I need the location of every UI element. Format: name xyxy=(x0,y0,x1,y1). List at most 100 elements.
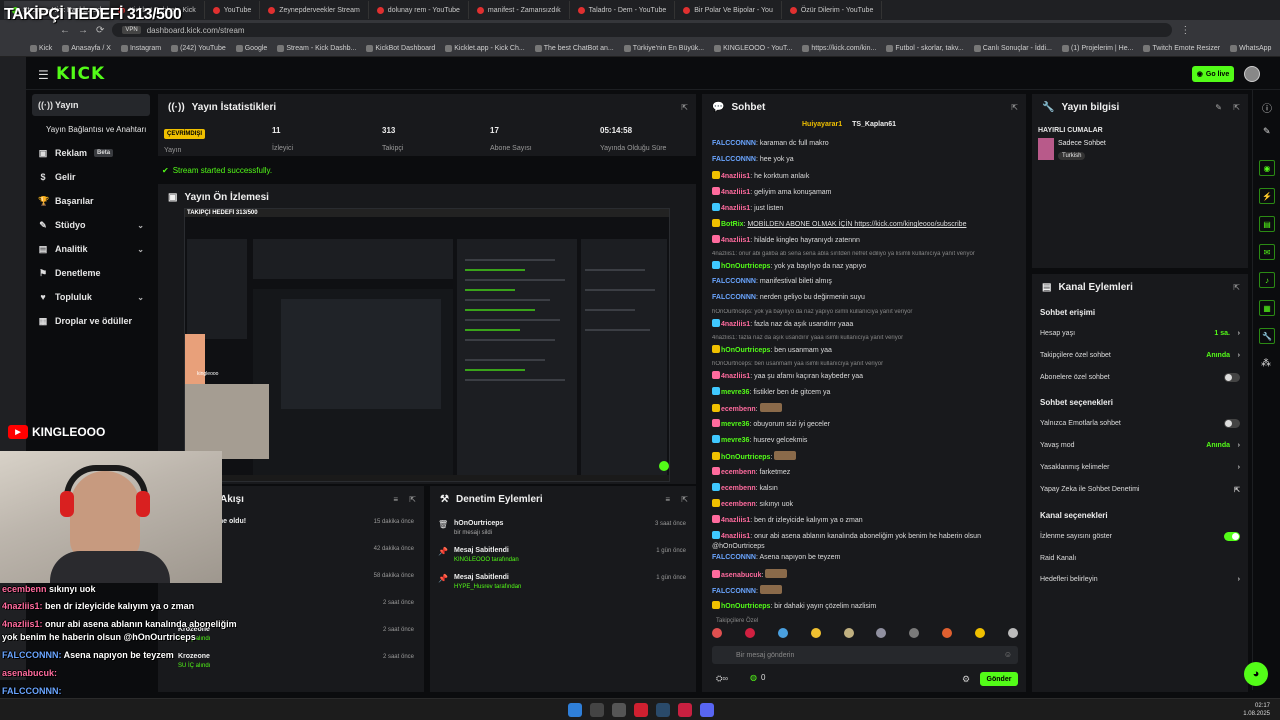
chat-message[interactable]: hOnOurtriceps: ben usanmam yaa xyxy=(712,345,1018,356)
goals-setting[interactable]: Hedefleri belirleyin › xyxy=(1040,576,1240,583)
message-icon[interactable]: ✉ xyxy=(1259,244,1275,260)
edit-icon[interactable]: ✎ xyxy=(1215,103,1222,112)
chat-username[interactable]: 4nazliis1 xyxy=(721,321,750,328)
chat-input[interactable]: Bir mesaj gönderin ☺ xyxy=(712,646,1018,664)
browser-tab[interactable]: dolunay rem - YouTube xyxy=(369,1,469,19)
emote-icon[interactable] xyxy=(777,628,788,638)
pinned-user[interactable]: Huiyayarar1 xyxy=(802,121,842,128)
pencil-icon[interactable]: ✎ xyxy=(1263,126,1271,137)
chat-message[interactable]: FALCCONNN: karaman dc full makro xyxy=(712,139,1018,149)
chat-username[interactable]: ecembenn xyxy=(721,469,756,476)
chat-message[interactable]: 4nazliis1: geliyim ama konuşamam xyxy=(712,187,1018,198)
browser-tab[interactable]: manifest - Zamansızdık xyxy=(469,1,570,19)
expand-icon[interactable]: ⇱ xyxy=(681,103,688,112)
chat-message[interactable]: 4nazliis1: just listen xyxy=(712,203,1018,214)
lightning-icon[interactable]: ⚡ xyxy=(1259,188,1275,204)
menu-icon[interactable]: ☰ xyxy=(38,68,49,82)
chat-username[interactable]: hOnOurtriceps xyxy=(721,454,770,461)
emoji-icon[interactable]: ☺ xyxy=(1004,650,1012,659)
emote-icon[interactable] xyxy=(942,628,953,638)
nav-item[interactable]: ▣ Reklam Beta xyxy=(32,142,150,164)
pinned-user[interactable]: TS_Kaplan61 xyxy=(852,121,896,128)
chat-username[interactable]: 4nazliis1 xyxy=(721,205,750,212)
chat-message[interactable]: ecembenn: xyxy=(712,403,1018,415)
chrome-icon[interactable] xyxy=(612,703,626,717)
chat-username[interactable]: FALCCONNN xyxy=(712,140,756,147)
bookmark-item[interactable]: Futbol - skorlar, takv... xyxy=(886,45,963,52)
emote-icon[interactable] xyxy=(712,628,722,638)
send-button[interactable]: Gönder xyxy=(980,672,1018,686)
url-input[interactable]: VPN dashboard.kick.com/stream xyxy=(112,23,1173,37)
chat-message[interactable]: FALCCONNN: hee yok ya xyxy=(712,155,1018,165)
bookmark-item[interactable]: (1) Projelerim | He... xyxy=(1062,45,1134,52)
chat-username[interactable]: FALCCONNN xyxy=(712,294,756,301)
chat-username[interactable]: ecembenn xyxy=(721,501,756,508)
bookmark-item[interactable]: Canlı Sonuçlar - İddi... xyxy=(974,45,1052,52)
settings-icon[interactable]: ⚙ xyxy=(962,674,970,685)
info-icon[interactable]: ⓘ xyxy=(1262,100,1272,115)
chat-message[interactable]: mevre36: husrev gelcekmis xyxy=(712,435,1018,446)
back-icon[interactable]: ← xyxy=(60,25,70,36)
chat-message[interactable]: 4nazliis1: fazla naz da aşık usandırır y… xyxy=(712,319,1018,330)
chat-username[interactable]: hOnOurtriceps xyxy=(721,263,770,270)
stream-preview-video[interactable]: TAKİPÇİ HEDEFİ 313/500 kingleooo xyxy=(184,208,670,482)
chat-message[interactable]: ecembenn: sıkınyı uok xyxy=(712,499,1018,510)
extensions-icon[interactable]: ⋮ xyxy=(1180,25,1190,36)
chat-assistant-button[interactable]: ◕ xyxy=(1244,662,1268,686)
layout-icon[interactable]: ▦ xyxy=(1259,300,1275,316)
chat-username[interactable]: mevre36 xyxy=(721,437,749,444)
bookmark-item[interactable]: KickBot Dashboard xyxy=(366,45,435,52)
search-icon[interactable] xyxy=(590,703,604,717)
emote-icon[interactable] xyxy=(810,628,821,638)
chat-username[interactable]: hOnOurtriceps xyxy=(721,347,770,354)
steam-icon[interactable] xyxy=(656,703,670,717)
chat-message[interactable]: 4nazliis1: yaa şu afamı kaçıran kaybeder… xyxy=(712,371,1018,382)
chat-username[interactable]: FALCCONNN xyxy=(712,278,756,285)
bookmark-item[interactable]: Türkiye'nin En Büyük... xyxy=(624,45,704,52)
chat-message[interactable]: ecembenn: farketmez xyxy=(712,467,1018,478)
nav-item[interactable]: ✎ Stüdyo ⌄ xyxy=(32,214,150,236)
vpn-badge[interactable]: VPN xyxy=(122,26,141,34)
nav-item[interactable]: ♥ Topluluk ⌄ xyxy=(32,286,150,308)
document-icon[interactable]: ▤ xyxy=(1259,216,1275,232)
chat-message[interactable]: FALCCONNN: manifestival bileti almış xyxy=(712,277,1018,287)
nav-item[interactable]: ▤ Analitik ⌄ xyxy=(32,238,150,260)
chat-message[interactable]: hOnOurtriceps: xyxy=(712,451,1018,463)
banned-words-setting[interactable]: Yasaklanmış kelimeler › xyxy=(1040,464,1240,471)
bookmark-item[interactable]: Instagram xyxy=(121,45,161,52)
forward-icon[interactable]: → xyxy=(78,25,88,36)
nav-item[interactable]: ▦ Droplar ve ödüller xyxy=(32,310,150,332)
nav-item[interactable]: $ Gelir xyxy=(32,166,150,188)
chat-message[interactable]: BotRix: MOBİLDEN ABONE OLMAK İÇİN https:… xyxy=(712,219,1018,230)
chat-username[interactable]: ecembenn xyxy=(721,485,756,492)
bookmark-item[interactable]: Stream - Kick Dashb... xyxy=(277,45,356,52)
subscribers-chat-toggle[interactable]: Abonelere özel sohbet xyxy=(1040,373,1240,382)
filter-icon[interactable]: ≡ xyxy=(665,495,670,504)
chat-message[interactable]: asenabucuk: xyxy=(712,569,1018,581)
expand-icon[interactable]: ⇱ xyxy=(1011,103,1018,112)
nodes-icon[interactable]: ⁂ xyxy=(1261,358,1271,369)
chat-username[interactable]: mevre36 xyxy=(721,389,749,396)
bookmark-item[interactable]: The best ChatBot an... xyxy=(535,45,614,52)
bookmark-item[interactable]: Google xyxy=(236,45,268,52)
chat-username[interactable]: FALCCONNN xyxy=(712,588,756,595)
kick-points-icon[interactable]: ⛭∞ xyxy=(716,674,728,684)
chat-username[interactable]: asenabucuk xyxy=(721,572,761,579)
emote-icon[interactable] xyxy=(843,628,854,638)
toggle[interactable] xyxy=(1224,532,1240,541)
chat-message[interactable]: hOnOurtriceps: yok ya bayılıyo da naz ya… xyxy=(712,261,1018,272)
chat-username[interactable]: 4nazliis1 xyxy=(721,237,750,244)
windows-start-icon[interactable] xyxy=(568,703,582,717)
bookmark-item[interactable]: Twitch Emote Resizer xyxy=(1143,45,1220,52)
camera-icon[interactable]: ◉ xyxy=(1259,160,1275,176)
chat-message[interactable]: FALCCONNN: xyxy=(712,585,1018,597)
emotes-only-toggle[interactable]: Yalnızca Emotlarla sohbet xyxy=(1040,419,1240,428)
obs-icon[interactable] xyxy=(678,703,692,717)
chat-username[interactable]: 4nazliis1 xyxy=(721,517,750,524)
toggle[interactable] xyxy=(1224,373,1240,382)
expand-icon[interactable]: ⇱ xyxy=(409,495,416,504)
show-viewers-toggle[interactable]: İzlenme sayısını göster xyxy=(1040,532,1240,541)
account-age-setting[interactable]: Hesap yaşı 1 sa. › xyxy=(1040,330,1240,337)
go-live-button[interactable]: ◉ Go live xyxy=(1192,66,1234,82)
bookmark-item[interactable]: Kick xyxy=(30,45,52,52)
